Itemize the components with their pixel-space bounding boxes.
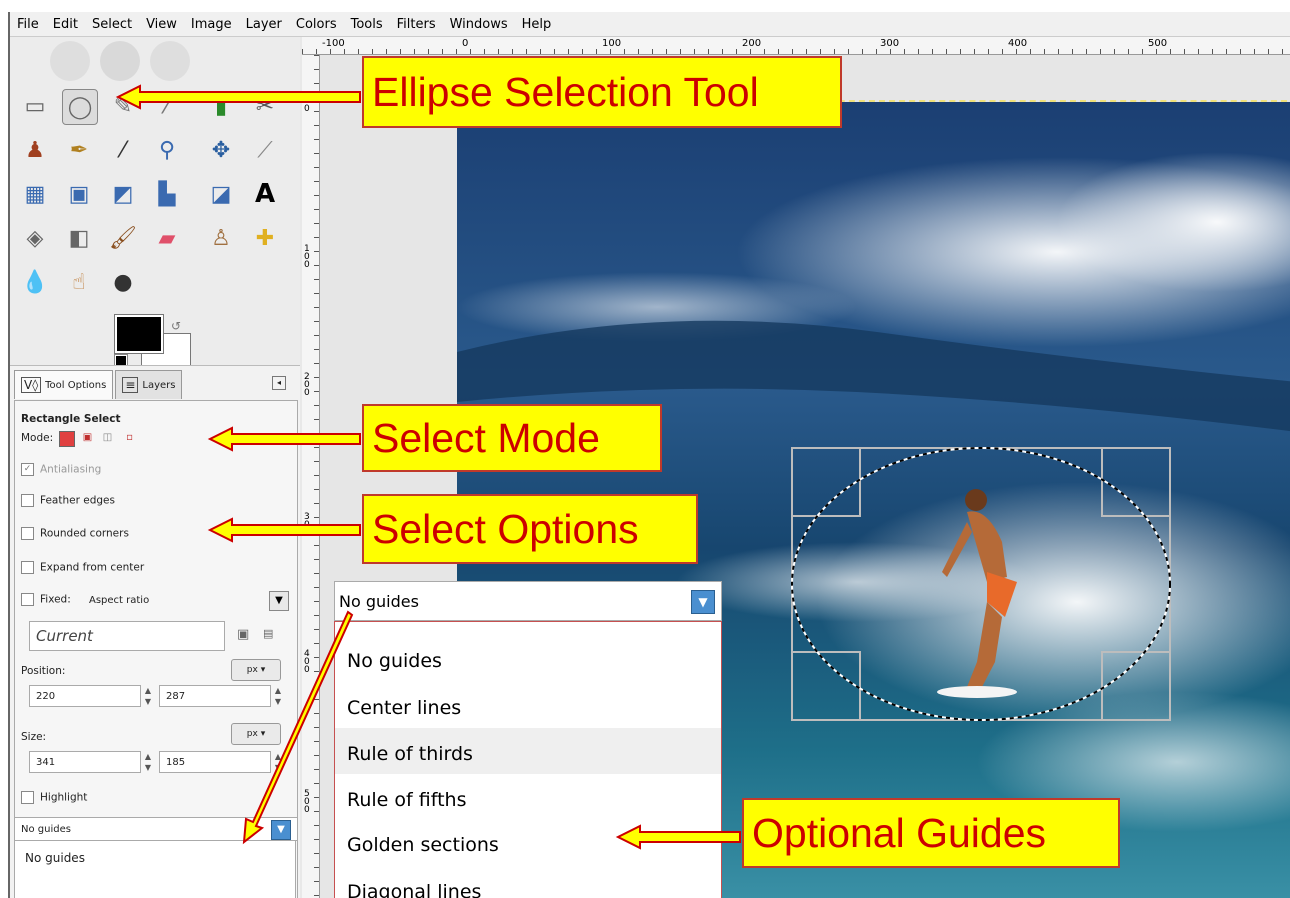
arrow-ellipse <box>115 84 361 110</box>
callout-optional-guides: Optional Guides <box>742 798 1120 868</box>
arrow-diagonal <box>242 610 354 845</box>
arrow-guides <box>615 824 741 850</box>
callout-select-options: Select Options <box>362 494 698 564</box>
arrow-mode <box>207 426 361 452</box>
arrow-options <box>207 517 361 543</box>
callout-select-mode: Select Mode <box>362 404 662 472</box>
callout-ellipse-tool: Ellipse Selection Tool <box>362 56 842 128</box>
